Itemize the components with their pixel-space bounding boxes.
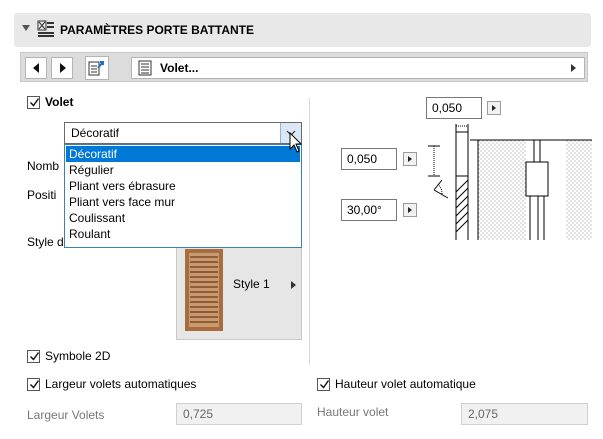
top-offset-arrow-button[interactable]	[487, 101, 501, 115]
symbole-2d-label: Symbole 2D	[45, 349, 111, 363]
export-page-button[interactable]	[85, 56, 109, 80]
side-offset-arrow-button[interactable]	[403, 152, 417, 166]
page-selector[interactable]: Volet...	[131, 57, 585, 79]
hauteur-volet-value: 2,075	[468, 407, 499, 421]
option-roulant[interactable]: Roulant	[66, 226, 300, 242]
largeur-auto-checkbox[interactable]	[27, 378, 40, 391]
page-selector-label: Volet...	[160, 61, 199, 75]
hauteur-auto-label: Hauteur volet automatique	[335, 377, 476, 391]
largeur-volets-field: 0,725	[176, 403, 302, 425]
angle-value: 30,00°	[347, 203, 382, 217]
submenu-arrow-icon	[571, 64, 576, 72]
angle-field[interactable]: 30,00°	[341, 199, 397, 221]
position-label: Positi	[27, 188, 57, 202]
page-list-icon	[138, 60, 152, 76]
mouse-cursor-icon	[289, 132, 303, 153]
largeur-auto-label: Largeur volets automatiques	[45, 377, 197, 391]
volet-type-options: Décoratif Régulier Pliant vers ébrasure …	[64, 144, 302, 248]
shutter-preview-image	[185, 249, 223, 331]
volet-type-select[interactable]: Décoratif	[64, 122, 302, 144]
option-decoratif[interactable]: Décoratif	[66, 146, 300, 162]
side-offset-value: 0,050	[347, 152, 378, 166]
option-regulier[interactable]: Régulier	[66, 162, 300, 178]
prev-page-button[interactable]	[25, 57, 47, 79]
style-preview-button[interactable]: Style 1	[176, 240, 302, 340]
export-page-icon	[88, 61, 104, 76]
option-coulissant[interactable]: Coulissant	[66, 210, 300, 226]
option-pliant-ebrasure[interactable]: Pliant vers ébrasure	[66, 178, 300, 194]
hauteur-volet-field: 2,075	[461, 403, 588, 425]
volet-checkbox[interactable]	[27, 96, 40, 109]
largeur-volets-value: 0,725	[183, 407, 214, 421]
page-navigation-bar: Volet...	[20, 52, 588, 82]
panel-header[interactable]: PARAMÈTRES PORTE BATTANTE	[14, 13, 591, 47]
largeur-volets-label: Largeur Volets	[27, 408, 105, 422]
style-preview-label: Style 1	[233, 277, 270, 291]
option-pliant-face-mur[interactable]: Pliant vers face mur	[66, 194, 300, 210]
panel-title: PARAMÈTRES PORTE BATTANTE	[60, 23, 254, 37]
volet-label: Volet	[45, 95, 74, 109]
section-divider	[309, 98, 310, 365]
nombre-label: Nomb	[27, 159, 60, 173]
angle-arrow-button[interactable]	[403, 203, 417, 217]
next-arrow-icon	[60, 63, 66, 73]
next-page-button[interactable]	[51, 57, 73, 79]
prev-arrow-icon	[33, 63, 39, 73]
hauteur-volet-label: Hauteur volet	[317, 405, 389, 419]
style-label: Style d	[27, 235, 64, 249]
volet-type-value: Décoratif	[71, 126, 120, 140]
style-submenu-arrow-icon	[291, 281, 296, 289]
collapse-arrow-icon[interactable]	[22, 25, 30, 31]
side-offset-field[interactable]: 0,050	[341, 148, 397, 170]
shutter-section-diagram	[428, 124, 592, 240]
door-settings-icon	[37, 20, 55, 38]
symbole-2d-checkbox[interactable]	[27, 350, 40, 363]
hauteur-auto-checkbox[interactable]	[317, 378, 330, 391]
top-offset-value: 0,050	[432, 101, 463, 115]
top-offset-field[interactable]: 0,050	[426, 97, 482, 119]
